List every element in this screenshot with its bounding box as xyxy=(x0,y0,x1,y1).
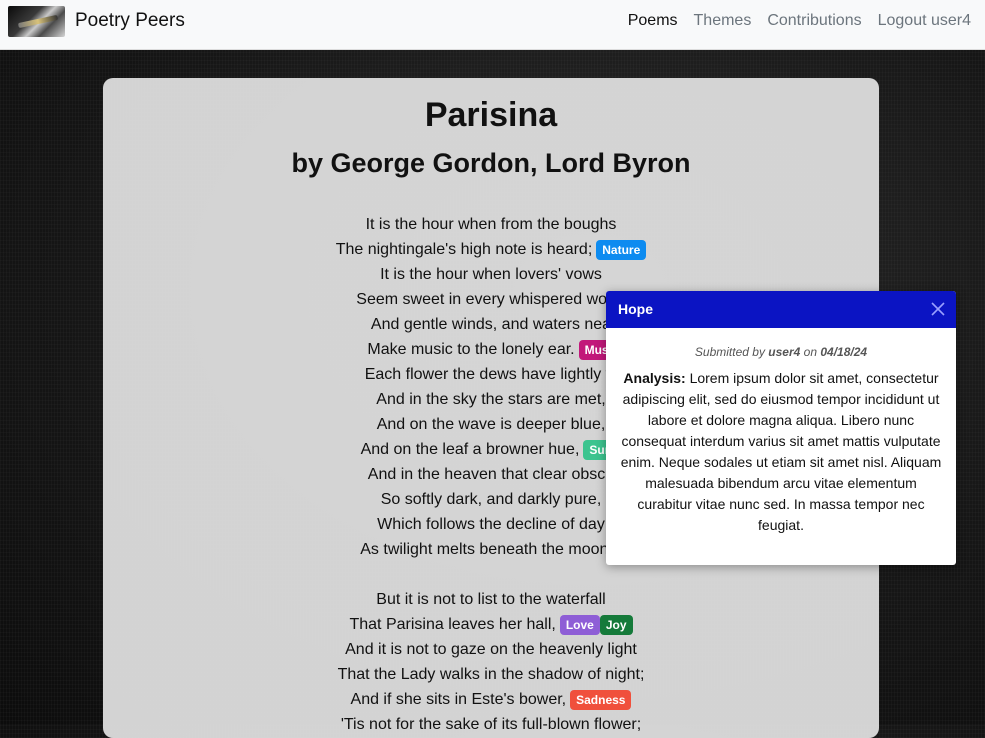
poem-line: That Parisina leaves her hall, Love Joy xyxy=(103,612,879,637)
tag-love[interactable]: Love xyxy=(559,614,600,635)
line-text: The nightingale's high note is heard; xyxy=(335,241,593,258)
line-text: That Parisina leaves her hall, xyxy=(349,616,556,633)
line-text: And in the heaven that clear obscu xyxy=(367,466,615,483)
poem-line: That the Lady walks in the shadow of nig… xyxy=(103,662,879,687)
analysis-popover: Hope Submitted by user4 on 04/18/24 Anal… xyxy=(606,291,956,565)
line-text: It is the hour when from the boughs xyxy=(365,216,617,233)
line-text: Seem sweet in every whispered word; xyxy=(356,291,626,308)
line-text: Each flower the dews have lightly w xyxy=(364,366,618,383)
tag-joy[interactable]: Joy xyxy=(599,614,633,635)
popover-title: Hope xyxy=(618,301,653,317)
brand-logo[interactable] xyxy=(8,6,65,37)
nav-link-themes[interactable]: Themes xyxy=(694,12,752,30)
navbar: Poetry Peers Poems Themes Contributions … xyxy=(0,0,985,50)
close-icon[interactable] xyxy=(930,301,946,317)
poem-line: It is the hour when from the boughs xyxy=(103,212,879,237)
analysis-label: Analysis: xyxy=(623,370,686,386)
poem-line: It is the hour when lovers' vows xyxy=(103,262,879,287)
submission-date: 04/18/24 xyxy=(820,345,868,359)
stanza-break xyxy=(103,562,879,587)
analysis-text: Analysis: Lorem ipsum dolor sit amet, co… xyxy=(606,359,956,536)
nav-link-contributions[interactable]: Contributions xyxy=(767,12,861,30)
submitted-on: on xyxy=(803,345,818,359)
poem-title: Parisina xyxy=(424,96,558,134)
line-text: So softly dark, and darkly pure, xyxy=(380,491,602,508)
poem-author: by George Gordon, Lord Byron xyxy=(291,148,691,178)
line-text: Make music to the lonely ear. xyxy=(367,341,575,358)
line-text: Which follows the decline of day xyxy=(377,516,605,533)
nav-link-poems[interactable]: Poems xyxy=(628,12,678,30)
tag-sadness[interactable]: Sadness xyxy=(570,689,632,710)
line-text: As twilight melts beneath the moon a xyxy=(360,541,622,558)
nav-links: Poems Themes Contributions Logout user4 xyxy=(628,12,971,30)
poem-line: But it is not to list to the waterfall xyxy=(103,587,879,612)
line-text: And gentle winds, and waters nea xyxy=(370,316,612,333)
poem-line: And it is not to gaze on the heavenly li… xyxy=(103,637,879,662)
submission-info: Submitted by user4 on 04/18/24 xyxy=(606,345,956,359)
line-text: And in the sky the stars are met, xyxy=(376,391,606,408)
brand-name[interactable]: Poetry Peers xyxy=(75,10,185,32)
line-text: And on the leaf a browner hue, xyxy=(360,441,580,458)
nav-link-logout[interactable]: Logout user4 xyxy=(878,12,971,30)
line-text: That the Lady walks in the shadow of nig… xyxy=(337,666,645,683)
fountain-pen-icon xyxy=(17,14,59,29)
poem-line: The nightingale's high note is heard; Nat… xyxy=(103,237,879,262)
submitted-prefix: Submitted by xyxy=(694,345,765,359)
tag-nature[interactable]: Nature xyxy=(596,239,647,260)
line-text: But it is not to list to the waterfall xyxy=(376,591,606,608)
submitter-name: user4 xyxy=(768,345,801,359)
poem-line: And if she sits in Este's bower, Sadness xyxy=(103,687,879,712)
line-text: And on the wave is deeper blue, xyxy=(376,416,606,433)
line-text: And if she sits in Este's bower, xyxy=(350,691,567,708)
line-text: And it is not to gaze on the heavenly li… xyxy=(345,641,637,658)
popover-header: Hope xyxy=(606,291,956,328)
line-text: It is the hour when lovers' vows xyxy=(380,266,602,283)
analysis-body: Lorem ipsum dolor sit amet, consectetur … xyxy=(620,370,942,533)
